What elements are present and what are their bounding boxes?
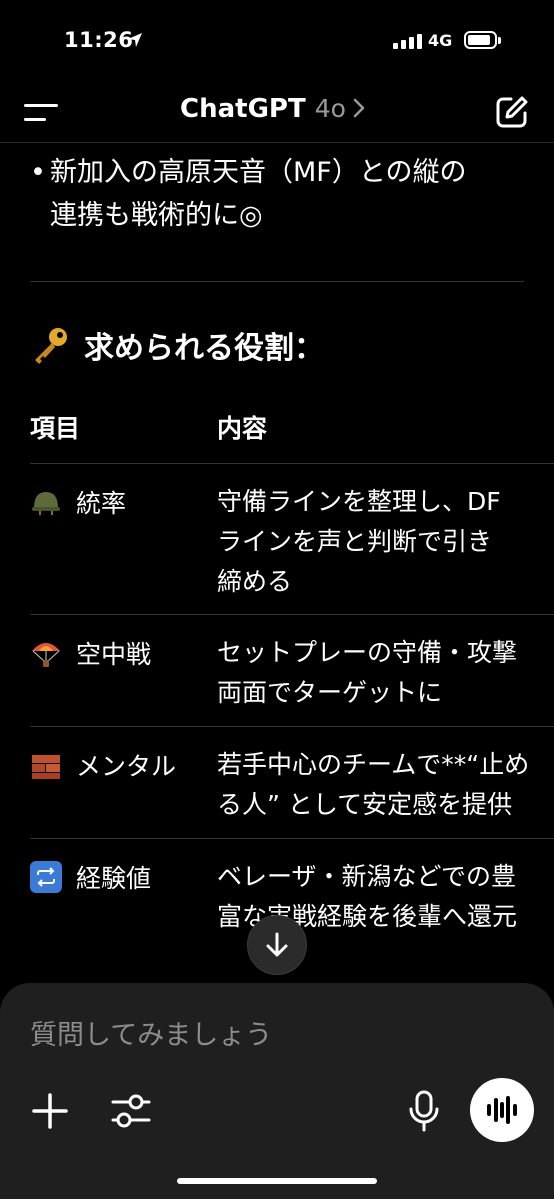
- microphone-icon[interactable]: [406, 1089, 442, 1133]
- row-item: 空中戦: [30, 635, 151, 671]
- bullet-dot: •: [30, 157, 46, 188]
- location-arrow-icon: [128, 33, 142, 47]
- table-row: 空中戦 セットプレーの守備・攻撃 両面でターゲットに: [30, 615, 554, 727]
- parachute-icon: [30, 637, 62, 669]
- row-content-line: 若手中心のチームで**“止め: [217, 750, 530, 779]
- row-content-line: る人” として安定感を提供: [217, 790, 513, 819]
- home-indicator: [177, 1178, 377, 1184]
- row-content-line: ラインを声と判断で引き: [217, 527, 493, 556]
- row-content-line: 両面でターゲットに: [217, 678, 443, 707]
- row-item-label: 経験値: [76, 864, 152, 893]
- key-icon: [35, 328, 67, 364]
- column-header-content: 内容: [217, 414, 268, 443]
- voice-mode-button[interactable]: [470, 1078, 534, 1142]
- plus-icon[interactable]: [30, 1091, 70, 1131]
- row-content: 若手中心のチームで**“止め る人” として安定感を提供: [217, 745, 529, 825]
- new-chat-icon[interactable]: [494, 94, 530, 130]
- status-bar: 11:26 4G: [0, 0, 554, 84]
- chat-screen: 11:26 4G ChatGPT 4o • 新加入の高原天音（MF）との縦の 連…: [0, 0, 554, 1199]
- app-header: ChatGPT 4o: [0, 84, 554, 143]
- message-input[interactable]: 質問してみましょう: [30, 1013, 510, 1052]
- row-item: 経験値: [30, 859, 151, 895]
- tools-sliders-icon[interactable]: [110, 1091, 152, 1131]
- section-title: 求められる役割：: [84, 331, 324, 366]
- sidebar-menu-button[interactable]: [24, 100, 60, 126]
- bullet-item: • 新加入の高原天音（MF）との縦の 連携も戦術的に◎: [30, 151, 530, 237]
- cellular-signal-icon: [393, 33, 422, 49]
- table-header: 項目 内容: [30, 399, 554, 464]
- status-time: 11:26: [64, 28, 134, 52]
- row-item-label: メンタル: [76, 752, 177, 781]
- arrow-down-icon: [266, 932, 288, 957]
- column-header-item: 項目: [30, 414, 81, 443]
- repeat-icon: [30, 861, 62, 893]
- app-title: ChatGPT: [180, 94, 306, 124]
- chat-message: • 新加入の高原天音（MF）との縦の 連携も戦術的に◎ 求められる役割： 項目 …: [0, 143, 554, 983]
- row-item: 統率: [30, 484, 126, 520]
- row-content: 守備ラインを整理し、DF ラインを声と判断で引き 締める: [217, 482, 501, 602]
- brick-icon: [30, 749, 62, 781]
- row-item-label: 空中戦: [76, 640, 152, 669]
- row-content: セットプレーの守備・攻撃 両面でターゲットに: [217, 633, 517, 713]
- chevron-right-icon: [353, 98, 365, 118]
- row-content-line: ベレーザ・新潟などでの豊: [217, 862, 517, 891]
- bullet-line-1: 新加入の高原天音（MF）との縦の: [50, 157, 467, 188]
- battery-icon: [464, 31, 497, 49]
- scroll-to-bottom-button[interactable]: [247, 915, 307, 975]
- waveform-icon: [487, 1096, 517, 1124]
- row-content-line: セットプレーの守備・攻撃: [217, 638, 518, 667]
- row-content-line: 締める: [217, 567, 293, 596]
- bullet-line-2: 連携も戦術的に◎: [50, 200, 263, 231]
- section-heading: 求められる役割：: [30, 323, 324, 367]
- battery-tip: [498, 37, 501, 44]
- table-row: 統率 守備ラインを整理し、DF ラインを声と判断で引き 締める: [30, 464, 554, 615]
- menu-line-top: [24, 104, 58, 107]
- row-item-label: 統率: [76, 489, 127, 518]
- model-selector[interactable]: ChatGPT 4o: [180, 94, 366, 124]
- row-content-line: 守備ラインを整理し、DF: [217, 487, 501, 516]
- military-helmet-icon: [30, 486, 62, 518]
- network-type: 4G: [428, 31, 453, 50]
- model-name: 4o: [314, 94, 346, 123]
- table-row: メンタル 若手中心のチームで**“止め る人” として安定感を提供: [30, 727, 554, 839]
- composer: 質問してみましょう: [0, 983, 554, 1199]
- row-item: メンタル: [30, 747, 176, 783]
- menu-line-bottom: [24, 118, 46, 121]
- roles-table: 項目 内容 統率 守備ラインを整理し、DF ラインを声と判断で引き 締める 空中…: [30, 399, 554, 950]
- section-divider: [30, 281, 524, 282]
